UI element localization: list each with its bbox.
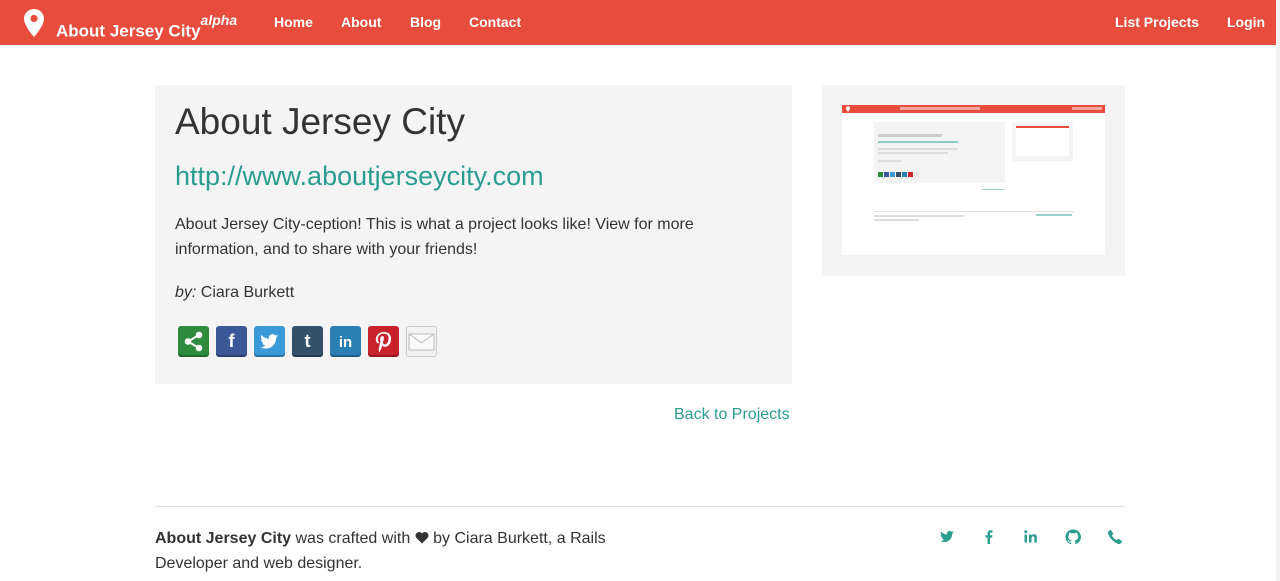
nav-home[interactable]: Home: [274, 14, 313, 30]
share-icon[interactable]: [178, 326, 209, 357]
map-pin-icon[interactable]: [24, 9, 44, 37]
footer-github-icon[interactable]: [1064, 528, 1082, 546]
project-author: by: Ciara Burkett: [175, 284, 294, 302]
thumb-footer-icons: [1036, 214, 1072, 216]
footer-credit: About Jersey City was crafted with by Ci…: [155, 526, 635, 576]
heart-icon: [415, 531, 429, 544]
nav-blog[interactable]: Blog: [410, 14, 441, 30]
thumb-share-square: [890, 172, 895, 177]
thumb-footer-line: [874, 215, 964, 217]
project-screenshot-image[interactable]: [842, 105, 1105, 255]
footer-phone-icon[interactable]: [1106, 528, 1124, 546]
by-label: by:: [175, 284, 197, 301]
thumb-desc-line: [878, 152, 948, 154]
linkedin-icon[interactable]: in: [330, 326, 361, 357]
footer-divider: [155, 506, 1125, 507]
thumb-share-square: [902, 172, 907, 177]
footer-site-name: About Jersey City: [155, 530, 292, 547]
window-scrollbar[interactable]: [1276, 0, 1280, 581]
back-to-projects-link[interactable]: Back to Projects: [674, 406, 790, 424]
tumblr-icon[interactable]: t: [292, 326, 323, 357]
thumb-desc-line: [878, 148, 958, 150]
project-card: About Jersey City http://www.aboutjersey…: [155, 85, 792, 384]
thumb-footer-line: [874, 219, 919, 221]
thumb-footer-rule: [874, 211, 1074, 212]
nav-list-projects[interactable]: List Projects: [1115, 14, 1199, 30]
thumb-mini-inner: [1016, 126, 1069, 156]
footer-facebook-icon[interactable]: [980, 528, 998, 546]
thumb-share-square: [914, 172, 919, 177]
thumb-nav-right-links: [1072, 107, 1102, 110]
footer-twitter-icon[interactable]: [938, 528, 956, 546]
author-name: Ciara Burkett: [200, 284, 295, 301]
thumb-title-line: [878, 134, 942, 137]
thumb-share-square: [896, 172, 901, 177]
thumb-nav-links: [900, 107, 980, 110]
footer-crafted-text: was crafted with: [295, 530, 411, 547]
thumb-share-square: [908, 172, 913, 177]
brand-name: About Jersey City: [56, 21, 201, 41]
project-description: About Jersey City-ception! This is what …: [175, 216, 694, 258]
project-screenshot-card: [822, 85, 1125, 276]
nav-login[interactable]: Login: [1227, 14, 1265, 30]
thumb-pin-icon: [846, 106, 850, 112]
email-icon[interactable]: [406, 326, 437, 357]
brand-link[interactable]: About Jersey Cityalpha: [56, 12, 237, 42]
project-url-link[interactable]: http://www.aboutjerseycity.com: [175, 161, 544, 192]
project-title: About Jersey City: [175, 101, 465, 142]
thumb-share-square: [878, 172, 883, 177]
thumb-url-line: [878, 141, 958, 143]
nav-contact[interactable]: Contact: [469, 14, 521, 30]
pinterest-icon[interactable]: [368, 326, 399, 357]
thumb-mini-screenshot: [1012, 122, 1073, 161]
brand-badge: alpha: [200, 12, 238, 28]
facebook-icon[interactable]: f: [216, 326, 247, 357]
footer-linkedin-icon[interactable]: [1022, 528, 1040, 546]
thumb-back-link: [982, 189, 1004, 190]
nav-about[interactable]: About: [341, 14, 381, 30]
twitter-icon[interactable]: [254, 326, 285, 357]
top-navbar: About Jersey Cityalpha Home About Blog C…: [0, 0, 1276, 45]
thumb-share-square: [884, 172, 889, 177]
thumb-author-line: [878, 160, 902, 162]
